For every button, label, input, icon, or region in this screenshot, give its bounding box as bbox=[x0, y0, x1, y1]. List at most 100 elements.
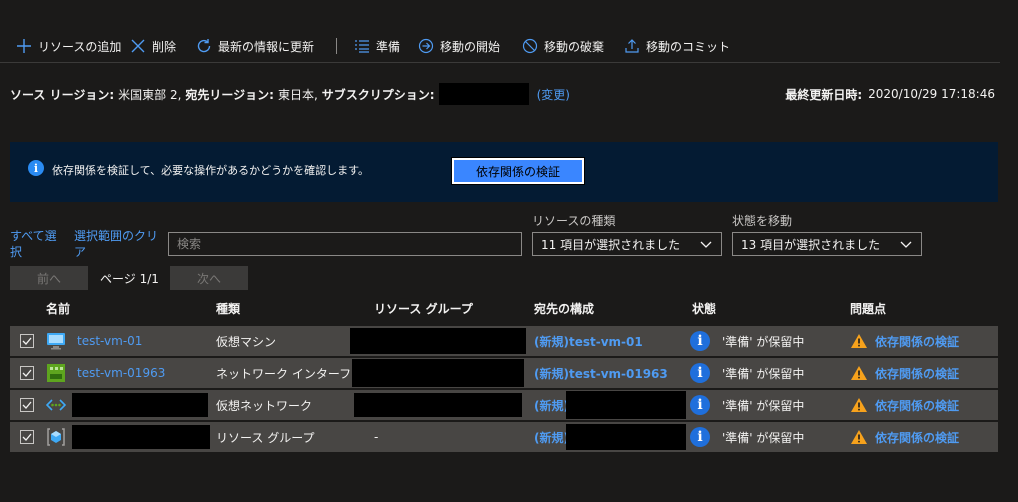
warning-icon bbox=[850, 326, 868, 356]
target-config-link[interactable]: (新規) bbox=[534, 422, 569, 452]
column-header-resource-group[interactable]: リソース グループ bbox=[374, 300, 473, 317]
resource-group-icon bbox=[46, 422, 66, 452]
resource-name-link[interactable]: test-vm-01 bbox=[77, 326, 142, 356]
row-checkbox[interactable] bbox=[20, 430, 34, 444]
row-checkbox[interactable] bbox=[20, 398, 34, 412]
move-state-label: 状態を移動 bbox=[732, 214, 793, 228]
toolbar-divider bbox=[336, 38, 337, 54]
region-info: ソース リージョン: 米国東部 2, 宛先リージョン: 東日本, サブスクリプシ… bbox=[10, 83, 995, 105]
initiate-move-button[interactable]: 移動の開始 bbox=[418, 30, 500, 62]
next-page-button[interactable]: 次へ bbox=[170, 266, 248, 290]
redacted-resource-name bbox=[72, 393, 208, 417]
initiate-move-label: 移動の開始 bbox=[440, 39, 501, 54]
state-text: '準備' が保留中 bbox=[722, 398, 805, 413]
chevron-down-icon bbox=[700, 241, 712, 248]
resource-group-value: - bbox=[374, 430, 379, 444]
network-interface-icon bbox=[46, 358, 66, 388]
discard-move-button[interactable]: 移動の破棄 bbox=[522, 30, 604, 62]
table-row[interactable]: リソース グループ - (新規) i '準備' が保留中 依存関係の検証 bbox=[10, 422, 998, 454]
state-text: '準備' が保留中 bbox=[722, 334, 805, 349]
resource-type-label: リソースの種類 bbox=[532, 214, 616, 228]
issue-link[interactable]: 依存関係の検証 bbox=[875, 326, 959, 356]
commit-move-label: 移動のコミット bbox=[646, 39, 731, 54]
info-banner: i 依存関係を検証して、必要な操作があるかどうかを確認します。 依存関係の検証 bbox=[10, 142, 998, 202]
move-state-value: 13 項目が選択されました bbox=[741, 237, 881, 252]
move-state-dropdown[interactable]: 13 項目が選択されました bbox=[732, 232, 922, 256]
source-region-value: 米国東部 2, bbox=[118, 87, 182, 102]
table-row[interactable]: test-vm-01 仮想マシン (新規)test-vm-01 i '準備' が… bbox=[10, 326, 998, 358]
prepare-button[interactable]: 準備 bbox=[354, 30, 400, 62]
table-row[interactable]: test-vm-01963 ネットワーク インターフェイス (新規)test-v… bbox=[10, 358, 998, 390]
column-header-issues[interactable]: 問題点 bbox=[850, 300, 886, 317]
checkmark-icon bbox=[22, 369, 32, 377]
add-resource-button[interactable]: リソースの追加 bbox=[16, 30, 121, 62]
change-link[interactable]: (変更) bbox=[537, 86, 570, 103]
issue-link[interactable]: 依存関係の検証 bbox=[875, 422, 959, 452]
source-region-label: ソース リージョン: bbox=[10, 87, 115, 102]
target-config-link[interactable]: (新規)test-vm-01 bbox=[534, 326, 643, 356]
commit-move-button[interactable]: 移動のコミット bbox=[624, 30, 730, 62]
redacted-resource-group bbox=[350, 328, 526, 354]
checklist-icon bbox=[355, 40, 369, 53]
page-indicator: ページ 1/1 bbox=[100, 272, 159, 286]
issue-link[interactable]: 依存関係の検証 bbox=[875, 358, 959, 388]
column-header-name[interactable]: 名前 bbox=[46, 300, 70, 317]
info-status-icon: i bbox=[690, 363, 710, 383]
warning-icon bbox=[850, 390, 868, 420]
select-all-link[interactable]: すべて選択 bbox=[10, 228, 66, 260]
column-header-state[interactable]: 状態 bbox=[692, 300, 716, 317]
last-updated-value: 2020/10/29 17:18:46 bbox=[868, 87, 995, 101]
info-status-icon: i bbox=[690, 395, 710, 415]
warning-icon bbox=[850, 358, 868, 388]
arrow-circle-icon bbox=[418, 38, 434, 54]
refresh-label: 最新の情報に更新 bbox=[218, 39, 315, 54]
info-status-icon: i bbox=[690, 331, 710, 351]
add-resource-label: リソースの追加 bbox=[38, 39, 122, 54]
virtual-network-icon bbox=[46, 390, 66, 420]
redacted-resource-group bbox=[354, 393, 522, 417]
validate-dependencies-button[interactable]: 依存関係の検証 bbox=[451, 157, 585, 185]
column-header-target-config[interactable]: 宛先の構成 bbox=[534, 300, 594, 317]
delete-label: 削除 bbox=[152, 39, 177, 54]
row-checkbox[interactable] bbox=[20, 334, 34, 348]
checkmark-icon bbox=[22, 401, 32, 409]
resource-type: リソース グループ bbox=[216, 430, 315, 445]
info-icon: i bbox=[28, 160, 44, 176]
refresh-icon bbox=[197, 39, 211, 53]
banner-message: 依存関係を検証して、必要な操作があるかどうかを確認します。 bbox=[52, 164, 370, 177]
resource-type-dropdown[interactable]: 11 項目が選択されました bbox=[532, 232, 722, 256]
checkmark-icon bbox=[22, 337, 32, 345]
redacted-subscription bbox=[438, 83, 529, 105]
virtual-machine-icon bbox=[46, 326, 66, 356]
delete-button[interactable]: 削除 bbox=[130, 30, 176, 62]
command-bar: リソースの追加 削除 最新の情報に更新 準備 移動の開始 移動の破棄 移動のコミ… bbox=[0, 30, 1000, 63]
column-header-type[interactable]: 種類 bbox=[216, 300, 240, 317]
prepare-label: 準備 bbox=[376, 39, 401, 54]
search-input[interactable] bbox=[169, 233, 521, 255]
close-icon bbox=[131, 39, 145, 53]
redacted-target-name bbox=[566, 391, 686, 419]
target-config-link[interactable]: (新規) bbox=[534, 390, 569, 420]
redacted-target-name bbox=[566, 424, 686, 450]
resource-type-value: 11 項目が選択されました bbox=[541, 237, 681, 252]
target-region-value: 東日本, bbox=[277, 87, 318, 102]
redacted-resource-group bbox=[352, 359, 524, 387]
subscription-label: サブスクリプション: bbox=[321, 87, 435, 102]
target-config-link[interactable]: (新規)test-vm-01963 bbox=[534, 358, 668, 388]
clear-selection-link[interactable]: 選択範囲のクリア bbox=[74, 228, 160, 260]
refresh-button[interactable]: 最新の情報に更新 bbox=[196, 30, 314, 62]
table-row[interactable]: 仮想ネットワーク (新規) i '準備' が保留中 依存関係の検証 bbox=[10, 390, 998, 422]
cancel-icon bbox=[522, 38, 538, 54]
row-checkbox[interactable] bbox=[20, 366, 34, 380]
target-region-label: 宛先リージョン: bbox=[185, 87, 274, 102]
warning-icon bbox=[850, 422, 868, 452]
issue-link[interactable]: 依存関係の検証 bbox=[875, 390, 959, 420]
last-updated-label: 最終更新日時: bbox=[785, 87, 863, 102]
discard-move-label: 移動の破棄 bbox=[544, 39, 605, 54]
resource-name-link[interactable]: test-vm-01963 bbox=[77, 358, 165, 388]
state-text: '準備' が保留中 bbox=[722, 366, 805, 381]
plus-icon bbox=[17, 39, 31, 53]
state-text: '準備' が保留中 bbox=[722, 430, 805, 445]
previous-page-button[interactable]: 前へ bbox=[10, 266, 88, 290]
search-box bbox=[168, 232, 522, 256]
